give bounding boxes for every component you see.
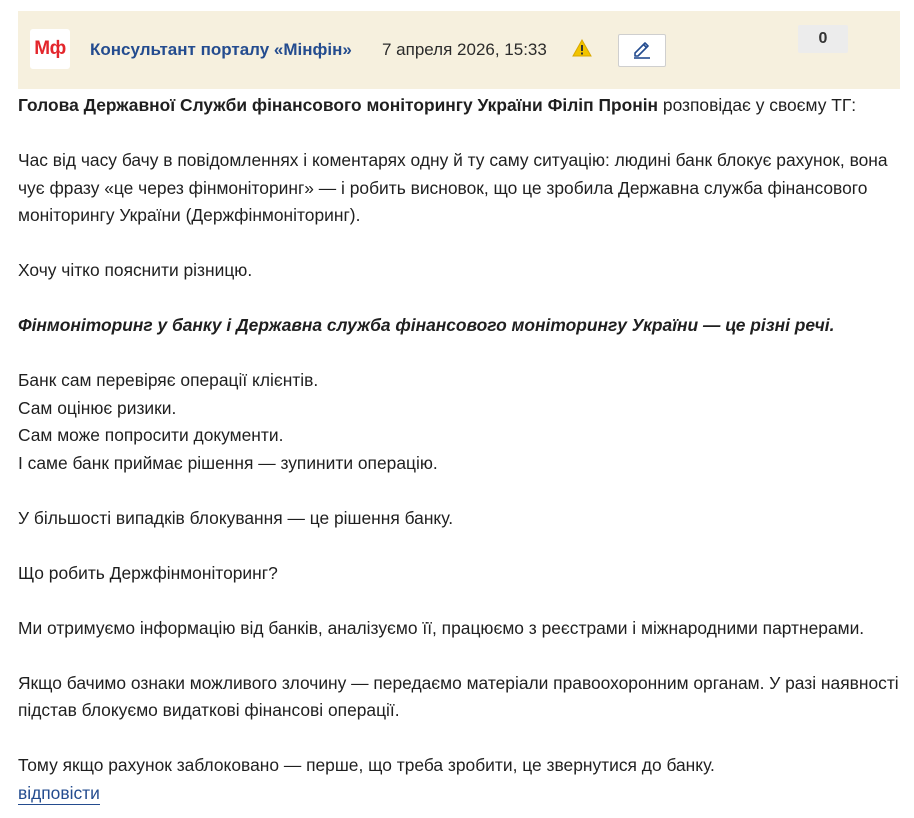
comment-body: Голова Державної Служби фінансового моні… — [18, 92, 908, 780]
paragraph-majority: У більшості випадків блокування — це ріш… — [18, 507, 454, 528]
edit-button[interactable] — [618, 34, 666, 67]
reply-container: відповісти — [18, 782, 100, 805]
paragraph-question: Що робить Держфінмоніторинг? — [18, 562, 278, 583]
reply-link[interactable]: відповісти — [18, 782, 100, 805]
paragraph-what-we-do: Ми отримуємо інформацію від банків, анал… — [18, 617, 865, 638]
paragraph-emphasis: Фінмоніторинг у банку і Державна служба … — [18, 312, 908, 340]
bank-line: І саме банк приймає рішення — зупинити о… — [18, 452, 438, 473]
paragraph-crime: Якщо бачимо ознаки можливого злочину — п… — [18, 672, 899, 721]
author-avatar[interactable]: Мф — [30, 29, 70, 69]
comment: Мф Консультант порталу «Мінфін» 7 апреля… — [0, 0, 914, 818]
comment-header: Мф Консультант порталу «Мінфін» 7 апреля… — [18, 11, 900, 89]
pencil-icon — [631, 37, 653, 64]
bank-line: Сам оцінює ризики. — [18, 397, 177, 418]
intro-rest: розповідає у своєму ТГ: — [658, 95, 857, 115]
bank-line: Банк сам перевіряє операції клієнтів. — [18, 370, 319, 390]
emphasis-text: Фінмоніторинг у банку і Державна служба … — [18, 315, 835, 335]
paragraph-conclusion: Тому якщо рахунок заблоковано — перше, щ… — [18, 755, 715, 775]
intro-paragraph: Голова Державної Служби фінансового моні… — [18, 92, 908, 120]
warning-icon[interactable] — [572, 38, 592, 57]
paragraph-explain: Хочу чітко пояснити різницю. — [18, 260, 253, 280]
intro-bold: Голова Державної Служби фінансового моні… — [18, 95, 659, 115]
paragraph-situation: Час від часу бачу в повідомленнях і коме… — [18, 150, 888, 225]
author-link[interactable]: Консультант порталу «Мінфін» — [90, 40, 352, 60]
bank-line: Сам може попросити документи. — [18, 425, 284, 445]
comment-date: 7 апреля 2026, 15:33 — [382, 40, 547, 59]
comment-score: 0 — [798, 25, 848, 53]
